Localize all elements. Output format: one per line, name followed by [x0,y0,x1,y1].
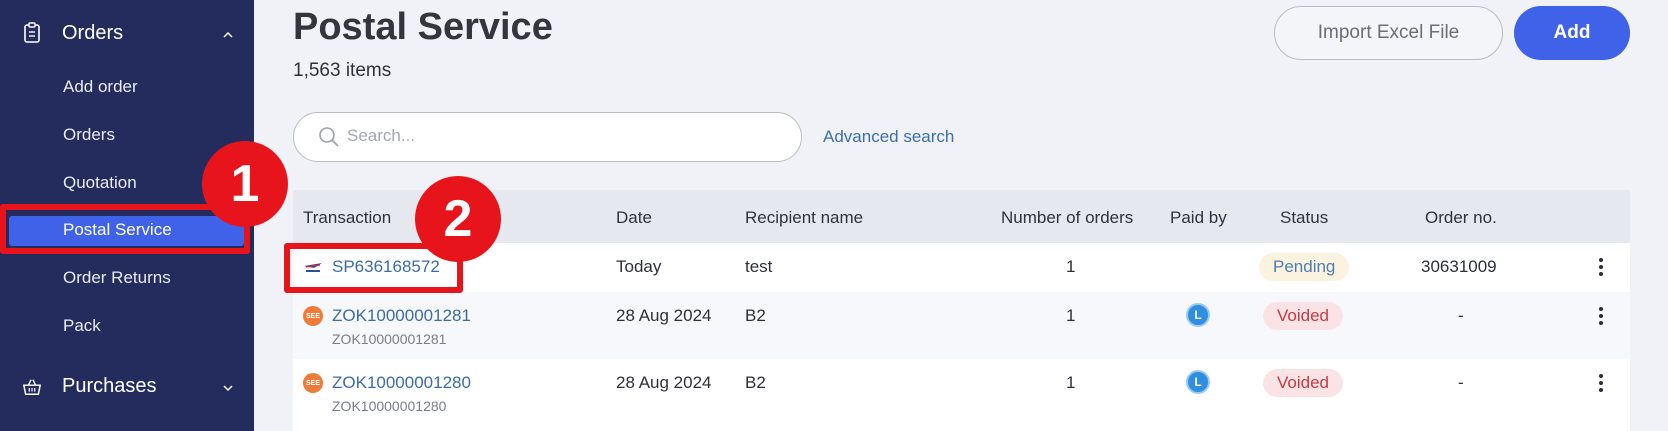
import-excel-button[interactable]: Import Excel File [1274,6,1503,60]
sidebar-group-label: Purchases [62,375,157,397]
item-count: 1,563 items [293,60,392,81]
sidebar-group-purchases[interactable]: Purchases [0,375,254,399]
date-cell: 28 Aug 2024 [616,373,712,392]
sidebar-item-pack[interactable]: Pack [63,316,101,336]
paid-by-icon: L [1186,370,1210,394]
search-box [293,112,802,162]
orders-count-cell: 1 [1066,306,1076,325]
chevron-up-icon[interactable] [222,28,234,40]
clipboard-icon [22,22,42,44]
orders-count-cell: 1 [1066,373,1076,392]
column-header-recipient[interactable]: Recipient name [745,208,863,228]
order-no-cell: - [1458,373,1464,392]
more-options-icon[interactable] [1598,307,1604,325]
column-header-status[interactable]: Status [1280,208,1328,228]
sidebar-item-quotation[interactable]: Quotation [63,173,137,193]
orders-count-cell: 1 [1066,257,1076,276]
courier-logo-icon: SEE [303,306,323,326]
status-badge: Pending [1259,253,1350,281]
search-input[interactable] [347,126,767,146]
add-button[interactable]: Add [1514,6,1630,60]
recipient-cell: test [745,257,773,276]
sidebar-group-orders[interactable]: Orders [0,22,254,44]
paid-by-icon: L [1186,303,1210,327]
recipient-cell: B2 [745,306,766,325]
page-title: Postal Service [293,6,553,48]
more-options-icon[interactable] [1598,374,1604,392]
advanced-search-link[interactable]: Advanced search [823,127,954,147]
search-icon [318,126,340,153]
chevron-down-icon[interactable] [222,382,234,394]
table-row[interactable] [293,292,1630,359]
column-header-order-no[interactable]: Order no. [1425,208,1497,228]
courier-logo-icon: SEE [303,373,323,393]
step-marker-1: 1 [202,141,288,227]
transaction-subtext: ZOK10000001280 [332,398,447,414]
status-badge: Voided [1263,302,1343,330]
status-badge: Voided [1263,369,1343,397]
transaction-subtext: ZOK10000001281 [332,331,447,347]
more-options-icon[interactable] [1598,258,1604,276]
date-cell: 28 Aug 2024 [616,306,712,325]
recipient-cell: B2 [745,373,766,392]
sidebar-group-label: Orders [62,22,124,44]
sidebar-item-orders[interactable]: Orders [63,125,115,145]
basket-icon [22,376,42,398]
order-no-cell: 30631009 [1421,257,1497,276]
sidebar-item-order-returns[interactable]: Order Returns [63,268,171,288]
table-row[interactable] [293,359,1630,431]
step-marker-2: 2 [415,176,501,262]
date-cell: Today [616,257,662,276]
column-header-paid-by[interactable]: Paid by [1170,208,1227,228]
column-header-number-of-orders[interactable]: Number of orders [1001,208,1133,228]
transaction-link[interactable]: ZOK10000001280 [332,373,471,393]
column-header-transaction[interactable]: Transaction [303,208,391,228]
sidebar-item-add-order[interactable]: Add order [63,77,138,97]
column-header-date[interactable]: Date [616,208,652,228]
transaction-link[interactable]: ZOK10000001281 [332,306,471,326]
order-no-cell: - [1458,306,1464,325]
